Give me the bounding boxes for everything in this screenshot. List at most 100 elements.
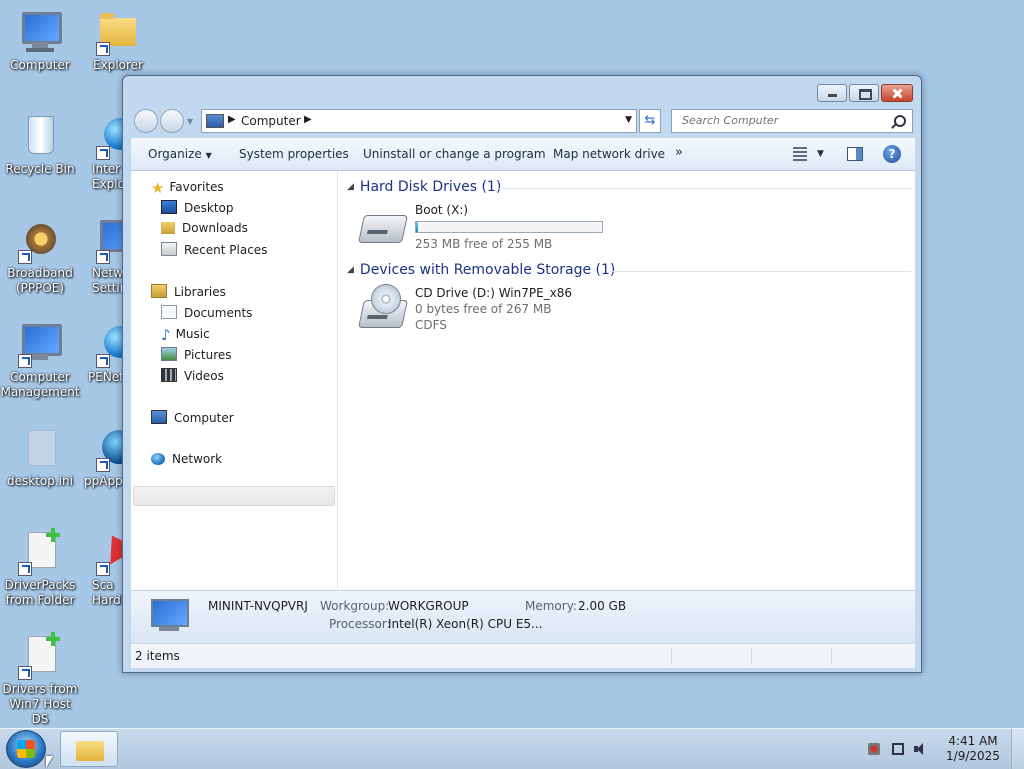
forward-button[interactable] bbox=[160, 109, 184, 133]
search-box[interactable] bbox=[671, 109, 913, 133]
pictures-icon bbox=[161, 347, 177, 361]
downloads-icon bbox=[161, 222, 175, 234]
map-network-drive-button[interactable]: Map network drive bbox=[553, 147, 665, 161]
item-count: 2 items bbox=[135, 649, 180, 663]
status-divider bbox=[831, 647, 832, 665]
desktop-icon-label: Broadband (PPPOE) bbox=[7, 266, 73, 295]
nav-item-videos[interactable]: Videos bbox=[161, 368, 224, 383]
group-divider bbox=[497, 188, 911, 189]
memory-label: Memory: bbox=[525, 599, 577, 613]
nav-item-libraries[interactable]: Libraries bbox=[151, 284, 226, 299]
minimize-button[interactable] bbox=[817, 84, 847, 102]
navigation-bar: ▼ ▶ Computer ▶ ▼ ⇆ bbox=[131, 107, 915, 135]
taskbar-explorer-button[interactable] bbox=[60, 731, 118, 767]
breadcrumb-computer[interactable]: Computer bbox=[241, 114, 301, 128]
cd-disc-icon bbox=[371, 284, 401, 314]
explorer-window[interactable]: ▼ ▶ Computer ▶ ▼ ⇆ Organize ▼ System pro… bbox=[122, 75, 922, 673]
driverpacks-icon bbox=[16, 528, 64, 576]
taskbar: 4:41 AM 1/9/2025 bbox=[0, 728, 1024, 769]
drive-free-space: 253 MB free of 255 MB bbox=[415, 237, 553, 251]
desktop-icon-drivers-from-host[interactable]: Drivers from Win7 Host DS bbox=[0, 632, 80, 727]
volume-icon[interactable] bbox=[914, 743, 926, 755]
status-divider bbox=[751, 647, 752, 665]
breadcrumb-arrow-icon[interactable]: ▶ bbox=[228, 114, 236, 125]
drive-item-cd[interactable]: CD Drive (D:) Win7PE_x86 0 bytes free of… bbox=[351, 284, 621, 334]
refresh-button[interactable]: ⇆ bbox=[639, 109, 661, 133]
close-button[interactable] bbox=[881, 84, 913, 102]
nav-item-pictures[interactable]: Pictures bbox=[161, 347, 232, 362]
nav-item-music[interactable]: ♪ Music bbox=[161, 326, 210, 344]
drive-free-space: 0 bytes free of 267 MB bbox=[415, 302, 552, 316]
desktop-icon-label: Drivers from Win7 Host DS bbox=[2, 682, 78, 726]
desktop-icon-explorer[interactable]: Explorer bbox=[78, 8, 158, 73]
music-note-icon: ♪ bbox=[161, 326, 171, 344]
workgroup-label: Workgroup: bbox=[320, 599, 390, 613]
uninstall-program-button[interactable]: Uninstall or change a program bbox=[363, 147, 546, 161]
network-tray-icon[interactable] bbox=[892, 743, 904, 755]
nav-item-label: Downloads bbox=[182, 221, 248, 235]
help-icon[interactable]: ? bbox=[883, 145, 901, 163]
nav-item-desktop[interactable]: Desktop bbox=[161, 200, 234, 215]
search-input[interactable] bbox=[680, 113, 884, 128]
network-icon bbox=[151, 453, 165, 465]
group-header-label: Devices with Removable Storage (1) bbox=[359, 262, 616, 278]
preview-pane-icon[interactable] bbox=[847, 147, 863, 161]
address-history-chevron-icon[interactable]: ▼ bbox=[625, 115, 632, 125]
star-icon: ★ bbox=[151, 179, 165, 197]
show-desktop-button[interactable] bbox=[1011, 729, 1024, 769]
nav-item-downloads[interactable]: Downloads bbox=[161, 221, 248, 235]
clock[interactable]: 4:41 AM 1/9/2025 bbox=[942, 734, 1004, 764]
nav-item-computer[interactable]: Computer bbox=[151, 410, 234, 425]
view-options-chevron-icon[interactable]: ▼ bbox=[817, 149, 824, 159]
desktop-icon-computer[interactable]: Computer bbox=[0, 8, 80, 73]
recycle-bin-icon bbox=[16, 112, 64, 160]
desktop-icon-label: Computer Management bbox=[0, 370, 80, 399]
group-header-removable-storage[interactable]: ◢ Devices with Removable Storage (1) bbox=[347, 262, 615, 278]
file-list: ◢ Hard Disk Drives (1) Boot (X:) 253 MB f… bbox=[339, 171, 915, 589]
processor-value: Intel(R) Xeon(R) CPU E5... bbox=[388, 617, 543, 631]
maximize-button[interactable] bbox=[849, 84, 879, 102]
status-divider bbox=[671, 647, 672, 665]
memory-value: 2.00 GB bbox=[578, 599, 627, 613]
address-bar[interactable]: ▶ Computer ▶ ▼ bbox=[201, 109, 637, 133]
desktop-icon-computer-management[interactable]: Computer Management bbox=[0, 320, 80, 400]
change-view-icon[interactable] bbox=[793, 147, 807, 161]
nav-selection-highlight bbox=[133, 486, 335, 506]
group-header-hard-disk-drives[interactable]: ◢ Hard Disk Drives (1) bbox=[347, 179, 501, 195]
nav-item-network[interactable]: Network bbox=[151, 452, 222, 466]
nav-item-favorites[interactable]: ★ Favorites bbox=[151, 179, 224, 197]
nav-item-documents[interactable]: Documents bbox=[161, 305, 252, 320]
breadcrumb-arrow-icon[interactable]: ▶ bbox=[304, 114, 312, 125]
nav-item-label: Documents bbox=[184, 306, 253, 320]
collapse-triangle-icon: ◢ bbox=[347, 265, 354, 275]
desktop-icon-desktop-ini[interactable]: desktop.ini bbox=[0, 424, 80, 489]
security-tray-icon[interactable] bbox=[868, 743, 880, 755]
navigation-pane: ★ Favorites Desktop Downloads Recent Plac… bbox=[131, 171, 338, 589]
window-controls bbox=[817, 84, 913, 102]
start-button[interactable] bbox=[6, 730, 46, 768]
desktop-icon-label: Recycle Bin bbox=[5, 162, 75, 176]
nav-item-label: Videos bbox=[184, 369, 224, 383]
chevron-down-icon: ▼ bbox=[205, 151, 212, 160]
organize-button[interactable]: Organize ▼ bbox=[148, 147, 212, 161]
drive-usage-bar bbox=[415, 221, 603, 233]
computer-name: MININT-NVQPVRJ bbox=[208, 599, 308, 613]
more-commands-button[interactable]: » bbox=[675, 145, 683, 160]
desktop-icon-driverpacks[interactable]: DriverPacks from Folder bbox=[0, 528, 80, 608]
recent-places-icon bbox=[161, 242, 177, 256]
back-button[interactable] bbox=[134, 109, 158, 133]
libraries-icon bbox=[151, 284, 167, 298]
recent-pages-chevron-icon[interactable]: ▼ bbox=[187, 117, 193, 126]
nav-item-label: Music bbox=[175, 327, 210, 341]
drivers-icon bbox=[16, 632, 64, 680]
desktop-icon-recycle-bin[interactable]: Recycle Bin bbox=[0, 112, 80, 177]
desktop-icon bbox=[161, 200, 177, 214]
clock-date: 1/9/2025 bbox=[946, 749, 1000, 763]
system-properties-button[interactable]: System properties bbox=[239, 147, 349, 161]
nav-item-label: Recent Places bbox=[184, 243, 268, 257]
computer-icon bbox=[149, 599, 189, 633]
desktop-icon-broadband[interactable]: Broadband (PPPOE) bbox=[0, 216, 80, 296]
search-icon[interactable] bbox=[894, 115, 906, 127]
nav-item-recent-places[interactable]: Recent Places bbox=[161, 242, 267, 257]
drive-item-boot[interactable]: Boot (X:) 253 MB free of 255 MB bbox=[351, 201, 621, 251]
